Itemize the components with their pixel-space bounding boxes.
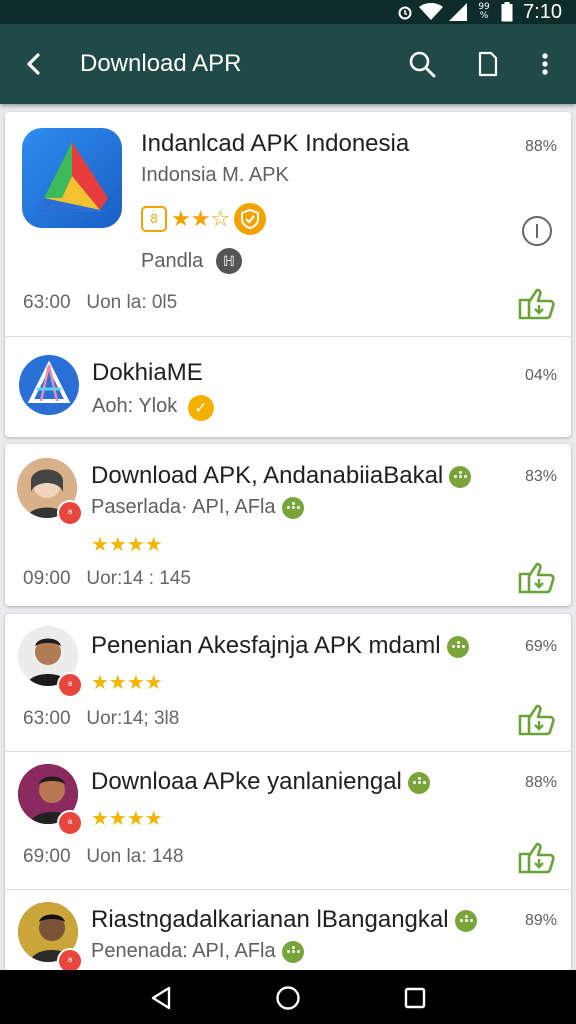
app-icon bbox=[19, 355, 79, 415]
clock: 7:10 bbox=[523, 0, 562, 23]
nav-back-button[interactable] bbox=[144, 981, 178, 1015]
app-icon bbox=[22, 128, 122, 228]
download-button[interactable] bbox=[517, 288, 555, 320]
item-meta: 63:00 Uon la: 0l5 bbox=[23, 292, 177, 314]
verified-icon: ✓ bbox=[188, 395, 214, 421]
item-version: Uon la: 148 bbox=[86, 846, 184, 867]
battery-icon bbox=[501, 2, 513, 22]
nav-recent-button[interactable] bbox=[398, 981, 432, 1015]
nav-home-button[interactable] bbox=[271, 981, 305, 1015]
user-badge: ᵃ bbox=[57, 810, 83, 836]
search-icon bbox=[409, 51, 436, 78]
item-meta: 69:00 Uon la: 148 bbox=[23, 846, 184, 868]
list-card: Indanlcad APK Indonesia Indonsia M. APK … bbox=[5, 112, 571, 437]
match-percent: 88% bbox=[524, 774, 557, 791]
item-version: Uon la: 0l5 bbox=[86, 292, 178, 313]
app-title: Indanlcad APK Indonesia bbox=[141, 130, 410, 157]
list-item[interactable]: ᵃ Riastngadalkarianan lBangangkal Penena… bbox=[5, 890, 571, 970]
item-version: Uor:14; 3l8 bbox=[86, 708, 180, 729]
app-list: Indanlcad APK Indonesia Indonsia M. APK … bbox=[0, 104, 576, 970]
page-title: Download APR bbox=[80, 50, 242, 77]
medal-icon: 8 bbox=[141, 206, 167, 232]
list-item[interactable]: ᵃ Downloaa APke yanlaniengal ★★★★ 88% 69… bbox=[5, 752, 571, 889]
list-card: ᵃ Download APK, AndanabiiaBakal Paserlad… bbox=[5, 444, 571, 606]
more-icon[interactable] bbox=[281, 940, 304, 963]
more-icon[interactable] bbox=[449, 465, 472, 488]
nav-back-icon bbox=[151, 986, 171, 1010]
item-meta: 09:00 Uor:14 : 145 bbox=[23, 568, 191, 590]
rating-stars: ★★★★ bbox=[91, 534, 163, 556]
rating-stars: ★★☆ bbox=[171, 206, 231, 231]
list-item[interactable]: ᵃ Penenian Akesfajnja APK mdaml ★★★★ 69%… bbox=[5, 614, 571, 751]
rating-stars: ★★★★ bbox=[91, 808, 163, 830]
signal-icon bbox=[449, 3, 468, 21]
more-icon[interactable] bbox=[446, 635, 469, 658]
search-button[interactable] bbox=[404, 46, 440, 82]
app-title: Downloaa APke yanlaniengal bbox=[91, 768, 430, 796]
item-time: 63:00 bbox=[23, 292, 71, 313]
more-vert-icon bbox=[542, 53, 548, 75]
app-subtitle: Penenada: API, AFla bbox=[91, 940, 304, 963]
match-percent: 88% bbox=[524, 138, 557, 155]
app-title: Download APK, AndanabiiaBakal bbox=[91, 462, 472, 490]
status-bar: 99% 7:10 bbox=[0, 0, 576, 24]
app-title: Riastngadalkarianan lBangangkal bbox=[91, 906, 477, 934]
document-button[interactable] bbox=[470, 46, 506, 82]
download-button[interactable] bbox=[517, 562, 555, 594]
signal-percent: 99% bbox=[478, 2, 490, 21]
nav-home-icon bbox=[276, 986, 300, 1010]
nav-recent-icon bbox=[404, 987, 426, 1009]
info-button[interactable] bbox=[522, 216, 552, 246]
app-subtitle: Indonsia M. APK bbox=[141, 164, 289, 186]
user-badge: ᵃ bbox=[57, 948, 83, 970]
app-bar: Download APR bbox=[0, 24, 576, 104]
app-subtitle: Aoh: Ylok bbox=[92, 395, 178, 417]
download-icon bbox=[518, 842, 555, 874]
download-button[interactable] bbox=[517, 704, 555, 736]
match-percent: 04% bbox=[524, 367, 557, 384]
arrow-left-icon bbox=[27, 53, 40, 75]
wifi-icon bbox=[419, 3, 444, 21]
more-options-button[interactable] bbox=[527, 46, 563, 82]
item-meta: 63:00 Uor:14; 3l8 bbox=[23, 708, 179, 730]
developer-icon: ℍ bbox=[216, 248, 242, 274]
download-button[interactable] bbox=[517, 842, 555, 874]
match-percent: 69% bbox=[524, 638, 557, 655]
item-time: 63:00 bbox=[23, 708, 71, 729]
list-item[interactable]: Indanlcad APK Indonesia Indonsia M. APK … bbox=[5, 112, 571, 336]
list-item[interactable]: DokhiaME Aoh: Ylok ✓ 04% bbox=[5, 337, 571, 437]
item-time: 09:00 bbox=[23, 568, 71, 589]
user-badge: ᵃ bbox=[57, 500, 83, 526]
match-percent: 89% bbox=[524, 912, 557, 929]
list-item[interactable]: ᵃ Download APK, AndanabiiaBakal Paserlad… bbox=[5, 444, 571, 606]
item-time: 69:00 bbox=[23, 846, 71, 867]
item-version: Uor:14 : 145 bbox=[86, 568, 191, 589]
document-icon bbox=[478, 51, 498, 77]
download-icon bbox=[518, 704, 555, 736]
match-percent: 83% bbox=[524, 468, 557, 485]
more-icon[interactable] bbox=[281, 496, 304, 519]
more-icon[interactable] bbox=[407, 771, 430, 794]
download-icon bbox=[518, 288, 555, 320]
more-icon[interactable] bbox=[454, 909, 477, 932]
back-button[interactable] bbox=[16, 46, 52, 82]
list-card: ᵃ Penenian Akesfajnja APK mdaml ★★★★ 69%… bbox=[5, 614, 571, 970]
verified-icon bbox=[234, 203, 267, 235]
app-title: Penenian Akesfajnja APK mdaml bbox=[91, 632, 469, 660]
app-subtitle: Paserlada· API, AFla bbox=[91, 496, 304, 519]
download-icon bbox=[518, 562, 555, 594]
app-title: DokhiaME bbox=[92, 359, 203, 386]
info-icon bbox=[536, 224, 538, 238]
rating-badges: 8 ★★☆ bbox=[141, 202, 267, 236]
rating-stars: ★★★★ bbox=[91, 672, 163, 694]
user-badge: ᵃ bbox=[57, 672, 83, 698]
navigation-bar bbox=[0, 970, 576, 1024]
alarm-icon bbox=[397, 4, 413, 20]
developer-name: Pandla bbox=[141, 250, 204, 272]
